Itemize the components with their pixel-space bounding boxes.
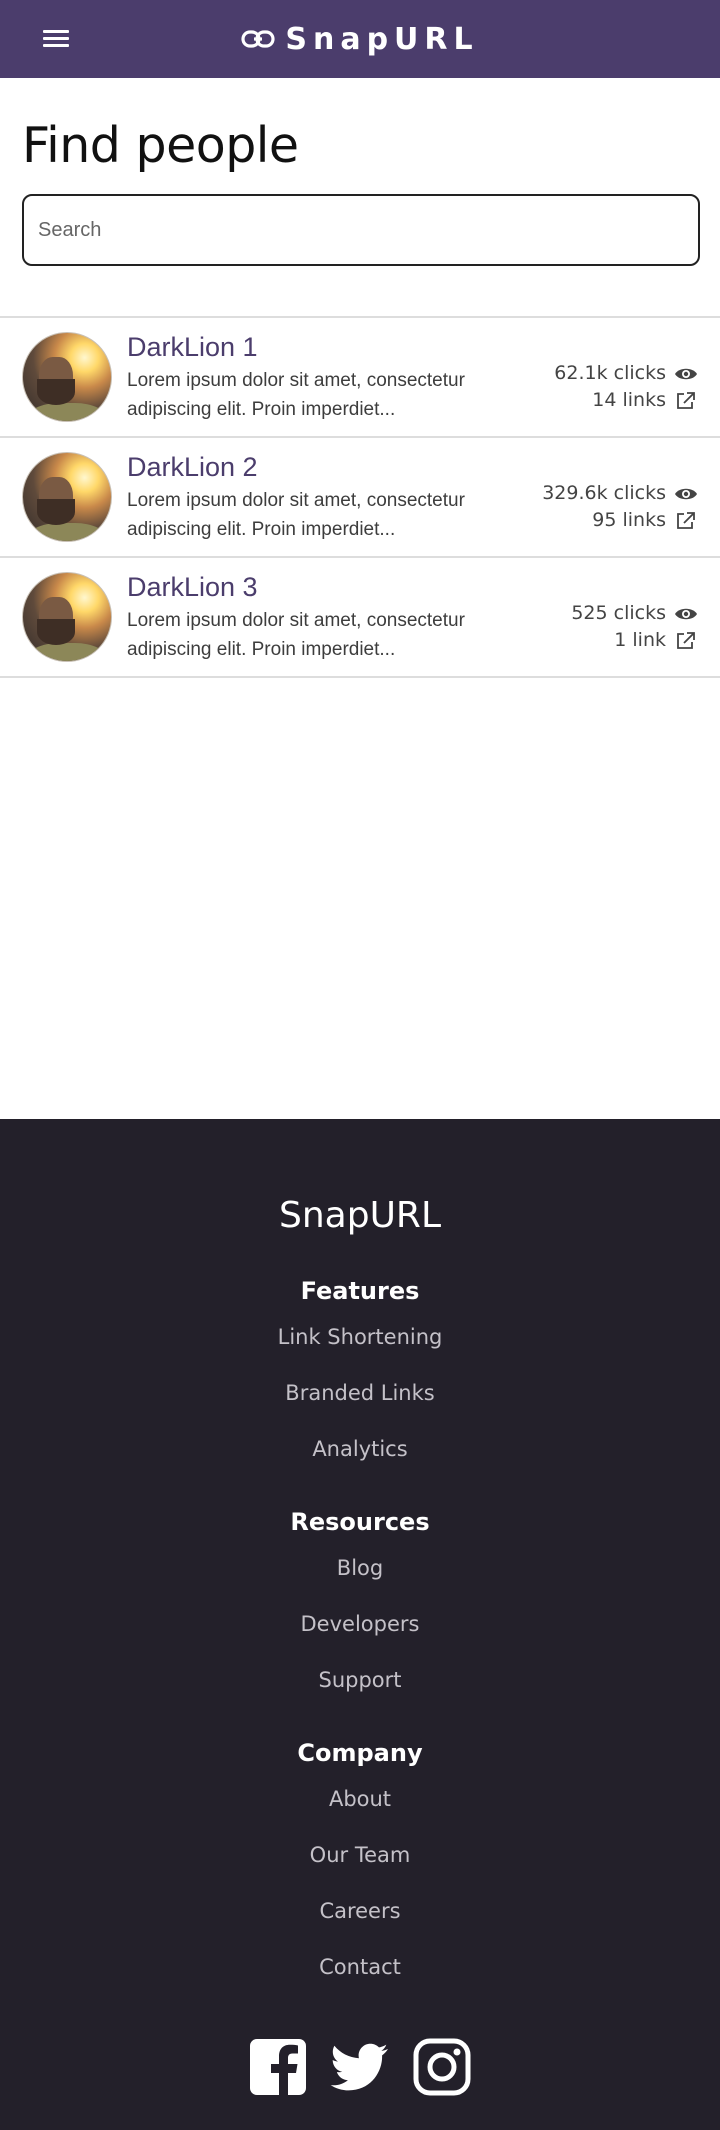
top-bar: SnapURL xyxy=(0,0,720,78)
facebook-icon[interactable] xyxy=(248,2037,308,2097)
footer-link-contact[interactable]: Contact xyxy=(0,1955,720,1979)
twitter-icon[interactable] xyxy=(330,2037,390,2097)
person-description: Lorem ipsum dolor sit amet, consectetur … xyxy=(127,610,465,660)
person-row[interactable]: DarkLion 2 Lorem ipsum dolor sit amet, c… xyxy=(0,438,720,558)
footer-heading-resources: Resources xyxy=(290,1508,430,1536)
links-count: 14 links xyxy=(592,389,666,411)
person-name[interactable]: DarkLion 3 xyxy=(127,572,258,603)
person-row[interactable]: DarkLion 3 Lorem ipsum dolor sit amet, c… xyxy=(0,558,720,678)
footer-heading-company: Company xyxy=(297,1739,423,1767)
person-name[interactable]: DarkLion 1 xyxy=(127,332,258,363)
clicks-count: 329.6k clicks xyxy=(542,482,666,504)
social-links xyxy=(0,2037,720,2097)
brand-logo[interactable]: SnapURL xyxy=(0,0,720,78)
eye-icon xyxy=(675,488,697,499)
person-stats: 525 clicks 1 link xyxy=(571,600,698,654)
page-title: Find people xyxy=(22,117,299,174)
external-link-icon xyxy=(677,631,695,649)
links-count: 95 links xyxy=(592,509,666,531)
links-count: 1 link xyxy=(614,629,666,651)
person-description: Lorem ipsum dolor sit amet, consectetur … xyxy=(127,490,465,540)
link-icon xyxy=(241,30,275,48)
eye-icon xyxy=(675,368,697,379)
person-description: Lorem ipsum dolor sit amet, consectetur … xyxy=(127,370,465,420)
footer-link-about[interactable]: About xyxy=(0,1787,720,1811)
footer: SnapURL Features Link Shortening Branded… xyxy=(0,1119,720,2130)
person-name[interactable]: DarkLion 2 xyxy=(127,452,258,483)
footer-link-support[interactable]: Support xyxy=(0,1668,720,1692)
person-stats: 329.6k clicks 95 links xyxy=(542,480,698,534)
footer-link-our-team[interactable]: Our Team xyxy=(0,1843,720,1867)
avatar xyxy=(22,572,112,662)
people-list: DarkLion 1 Lorem ipsum dolor sit amet, c… xyxy=(0,316,720,678)
footer-link-developers[interactable]: Developers xyxy=(0,1612,720,1636)
footer-link-branded-links[interactable]: Branded Links xyxy=(0,1381,720,1405)
footer-heading-features: Features xyxy=(300,1277,420,1305)
footer-link-blog[interactable]: Blog xyxy=(0,1556,720,1580)
footer-link-analytics[interactable]: Analytics xyxy=(0,1437,720,1461)
brand-name: SnapURL xyxy=(285,21,479,57)
person-stats: 62.1k clicks 14 links xyxy=(554,360,698,414)
avatar xyxy=(22,452,112,542)
footer-link-careers[interactable]: Careers xyxy=(0,1899,720,1923)
clicks-count: 62.1k clicks xyxy=(554,362,666,384)
avatar xyxy=(22,332,112,422)
clicks-count: 525 clicks xyxy=(571,602,666,624)
search-input[interactable] xyxy=(22,194,700,266)
footer-link-link-shortening[interactable]: Link Shortening xyxy=(0,1325,720,1349)
external-link-icon xyxy=(677,391,695,409)
instagram-icon[interactable] xyxy=(412,2037,472,2097)
footer-brand: SnapURL xyxy=(279,1195,441,1236)
person-row[interactable]: DarkLion 1 Lorem ipsum dolor sit amet, c… xyxy=(0,318,720,438)
external-link-icon xyxy=(677,511,695,529)
eye-icon xyxy=(675,608,697,619)
